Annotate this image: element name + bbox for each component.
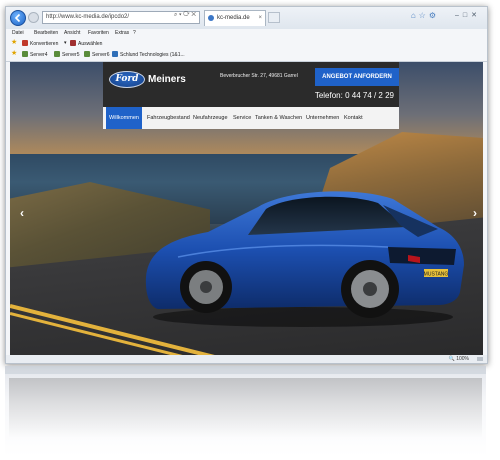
new-tab-button[interactable] xyxy=(268,12,280,23)
convert-dropdown-icon[interactable]: ▾ xyxy=(64,40,67,46)
brand-name: Meiners xyxy=(148,74,186,85)
globe-icon xyxy=(112,51,118,57)
select-button[interactable]: Auswählen xyxy=(70,40,102,47)
nav-item-tanken-waschen[interactable]: Tanken & Waschen xyxy=(255,107,302,129)
menu-help[interactable]: ? xyxy=(133,30,136,36)
address-row: http://www.kc-media.de/ipcdo2/ ⌕ ▾ ⟳ ✕ k… xyxy=(6,7,487,29)
stop-icon[interactable]: ✕ xyxy=(191,12,196,18)
favorites-star-icon[interactable]: ★ xyxy=(11,49,17,57)
status-bar: 🔍 100% xyxy=(6,355,487,363)
main-navigation: Willkommen Fahrzeugbestand Neufahrzeuge … xyxy=(103,107,399,129)
home-icon[interactable]: ⌂ xyxy=(411,11,419,20)
forward-button[interactable] xyxy=(28,12,39,23)
maximize-icon[interactable]: □ xyxy=(463,12,471,19)
site-header: Ford Meiners Beverbrucher Str. 27, 49681… xyxy=(103,62,399,129)
address-url: http://www.kc-media.de/ipcdo2/ xyxy=(46,14,130,20)
back-button[interactable] xyxy=(10,10,26,26)
search-icon[interactable]: ⌕ xyxy=(174,12,177,18)
reflection-bar xyxy=(5,366,486,374)
minimize-icon[interactable]: – xyxy=(455,12,463,19)
nav-item-unternehmen[interactable]: Unternehmen xyxy=(306,107,339,129)
nav-item-service[interactable]: Service xyxy=(233,107,251,129)
license-plate: MUSTANG xyxy=(424,272,449,278)
server-icon xyxy=(22,51,28,57)
back-arrow-icon xyxy=(14,13,21,23)
logo[interactable]: Ford Meiners xyxy=(103,67,193,93)
tab-favicon xyxy=(208,15,214,21)
nav-item-fahrzeugbestand[interactable]: Fahrzeugbestand xyxy=(147,107,190,129)
server-icon xyxy=(54,51,60,57)
gear-icon[interactable]: ⚙ xyxy=(429,11,439,20)
menu-datei[interactable]: Datei xyxy=(12,30,24,36)
command-bar: ★ Konvertieren ▾ Auswählen xyxy=(6,38,487,49)
favorites-star-icon[interactable]: ☆ xyxy=(419,11,429,20)
browser-window: http://www.kc-media.de/ipcdo2/ ⌕ ▾ ⟳ ✕ k… xyxy=(5,6,488,364)
window-reflection xyxy=(5,366,486,456)
request-offer-button[interactable]: ANGEBOT ANFORDERN xyxy=(315,68,399,86)
dealer-address: Beverbrucher Str. 27, 49681 Garrel xyxy=(220,73,298,79)
zoom-dropdown-icon[interactable] xyxy=(477,357,483,361)
ford-logo-oval: Ford xyxy=(109,71,145,88)
reflection-shadow xyxy=(9,378,482,438)
favorites-bar: ★ Server4 Server5 Server6 Schlund Techno… xyxy=(6,49,487,62)
page-viewport: MUSTANG ‹ › Ford Meiners Beverbrucher St… xyxy=(10,62,483,355)
convert-button[interactable]: Konvertieren xyxy=(22,40,58,47)
tab-title: kc-media.de xyxy=(217,15,250,21)
tab-close-icon[interactable]: × xyxy=(258,11,262,25)
hero-car-image: MUSTANG xyxy=(145,191,464,327)
toolbar-right-icons: ⌂☆⚙ xyxy=(411,11,439,20)
favorite-server5[interactable]: Server5 xyxy=(54,51,80,58)
dealer-phone: Telefon: 0 44 74 / 2 29 xyxy=(314,91,394,100)
select-icon xyxy=(70,40,76,46)
favorite-server6[interactable]: Server6 xyxy=(84,51,110,58)
server-icon xyxy=(84,51,90,57)
nav-item-neufahrzeuge[interactable]: Neufahrzeuge xyxy=(193,107,228,129)
chevron-left-icon[interactable]: ‹ xyxy=(20,206,24,220)
menu-ansicht[interactable]: Ansicht xyxy=(64,30,80,36)
browser-tab[interactable]: kc-media.de × xyxy=(204,10,266,26)
window-controls: –□✕ xyxy=(455,11,481,19)
favorite-schlund[interactable]: Schlund Technologies (1&1... xyxy=(112,51,185,58)
nav-item-willkommen[interactable]: Willkommen xyxy=(106,107,142,129)
chevron-right-icon[interactable]: › xyxy=(473,206,477,220)
close-icon[interactable]: ✕ xyxy=(471,11,481,19)
refresh-icon[interactable]: ⟳ xyxy=(183,12,189,18)
menu-favoriten[interactable]: Favoriten xyxy=(88,30,109,36)
pdf-icon xyxy=(22,40,28,46)
favorites-star-icon[interactable]: ★ xyxy=(11,38,17,46)
address-actions: ⌕ ▾ ⟳ ✕ xyxy=(174,12,196,19)
dropdown-icon[interactable]: ▾ xyxy=(179,12,182,18)
nav-item-kontakt[interactable]: Kontakt xyxy=(344,107,363,129)
menu-bar: Datei Bearbeiten Ansicht Favoriten Extra… xyxy=(6,29,487,38)
favorite-server4[interactable]: Server4 xyxy=(22,51,48,58)
zoom-level[interactable]: 🔍 100% xyxy=(449,356,469,362)
menu-bearbeiten[interactable]: Bearbeiten xyxy=(34,30,58,36)
menu-extras[interactable]: Extras xyxy=(115,30,129,36)
